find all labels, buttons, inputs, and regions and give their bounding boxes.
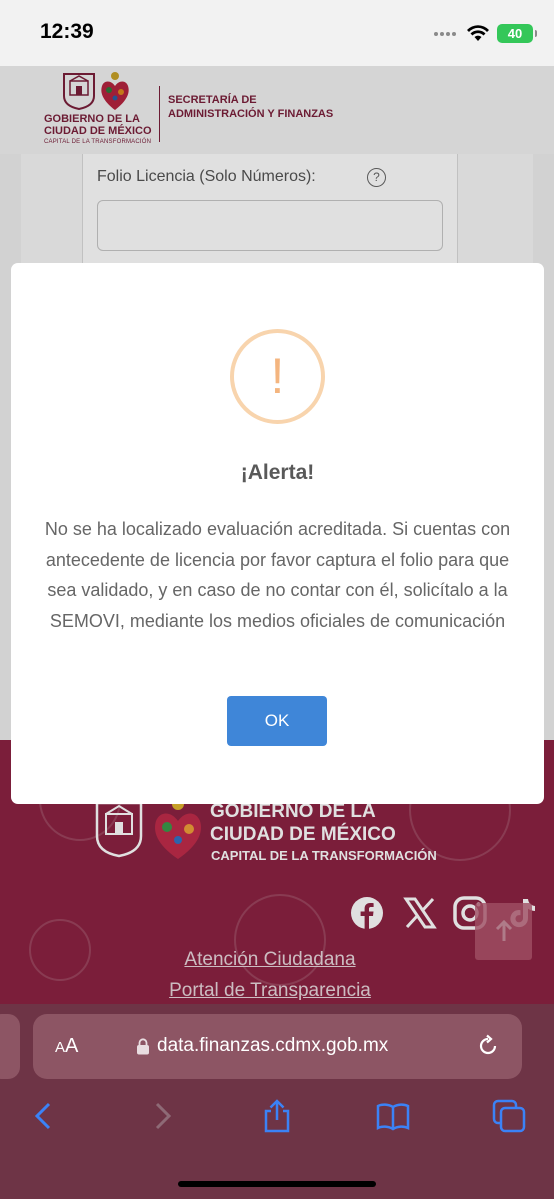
previous-tab-preview[interactable] xyxy=(0,1014,20,1079)
home-indicator xyxy=(178,1181,376,1187)
wifi-icon xyxy=(467,25,489,41)
dialog-message: No se ha localizado evaluación acreditad… xyxy=(44,519,511,631)
tabs-icon[interactable] xyxy=(491,1098,527,1134)
aa-small: A xyxy=(55,1039,66,1056)
status-time: 12:39 xyxy=(40,20,94,43)
url-text[interactable]: data.finanzas.cdmx.gob.mx xyxy=(157,1035,388,1057)
reader-options-button[interactable]: AA xyxy=(55,1035,78,1058)
status-bar: 12:39 40 xyxy=(0,0,554,66)
bookmarks-icon[interactable] xyxy=(375,1098,411,1134)
lock-icon xyxy=(137,1038,149,1055)
share-icon[interactable] xyxy=(259,1098,295,1134)
forward-icon[interactable] xyxy=(144,1098,180,1134)
battery-indicator: 40 xyxy=(497,24,537,43)
warning-icon: ! xyxy=(230,329,325,424)
alert-dialog: ! ¡Alerta! No se ha localizado evaluació… xyxy=(11,263,544,804)
dialog-title: ¡Alerta! xyxy=(240,461,315,484)
ok-button[interactable]: OK xyxy=(227,696,327,746)
warning-icon-glyph: ! xyxy=(270,348,285,404)
signal-dots-icon xyxy=(434,32,458,37)
back-icon[interactable] xyxy=(26,1098,62,1134)
reload-icon[interactable] xyxy=(476,1034,500,1058)
aa-large: A xyxy=(65,1035,79,1057)
